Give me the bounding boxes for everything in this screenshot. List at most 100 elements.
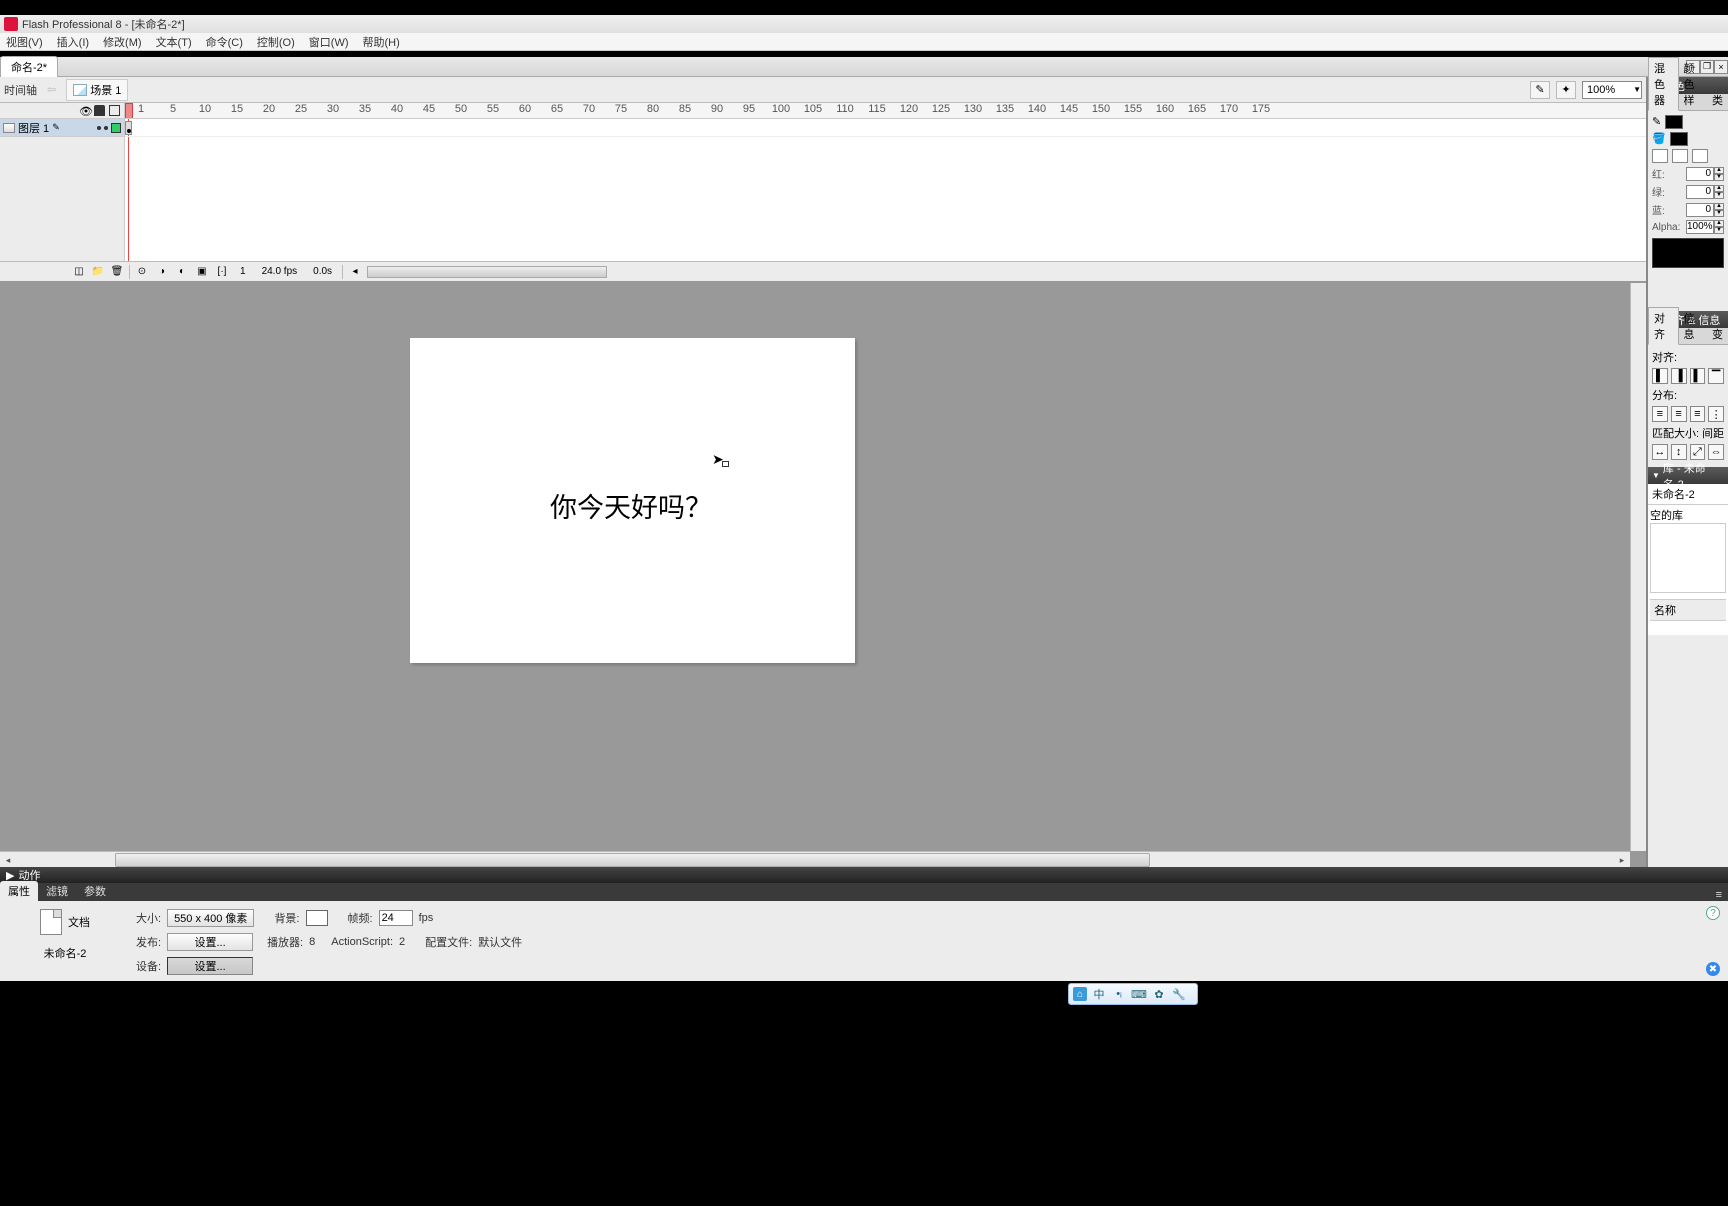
- scene-button[interactable]: 场景 1: [66, 79, 128, 101]
- panel-menu-icon[interactable]: ≡: [1710, 889, 1728, 901]
- stage-vertical-scrollbar[interactable]: [1630, 283, 1646, 851]
- edit-symbol-icon[interactable]: ✦: [1556, 81, 1576, 99]
- match-both-icon[interactable]: ⤢: [1690, 444, 1706, 460]
- match-height-icon[interactable]: ↕: [1671, 444, 1687, 460]
- library-doc-select[interactable]: 未命名-2: [1648, 484, 1728, 505]
- timeline-ruler[interactable]: 1 5 10 15 20 25 30 35 40 45 50 55 60 65 …: [125, 103, 1646, 119]
- menu-view[interactable]: 视图(V): [6, 34, 43, 50]
- new-layer-icon[interactable]: ◫: [71, 264, 87, 280]
- ime-punct-icon[interactable]: •ᵢ: [1111, 986, 1127, 1002]
- align-tab[interactable]: 对齐: [1648, 307, 1679, 345]
- actions-panel-header[interactable]: ▶ 动作: [0, 867, 1728, 883]
- stage-canvas[interactable]: 你今天好吗？: [410, 338, 855, 663]
- align-hcenter-icon[interactable]: ▐: [1671, 368, 1687, 384]
- edit-scene-icon[interactable]: ✎: [1530, 81, 1550, 99]
- menu-text[interactable]: 文本(T): [156, 34, 192, 50]
- filters-tab[interactable]: 滤镜: [38, 881, 76, 901]
- red-down[interactable]: ▼: [1714, 174, 1724, 181]
- mixer-tab[interactable]: 混色器: [1648, 57, 1679, 111]
- dist-top-icon[interactable]: ≡: [1652, 406, 1668, 422]
- onion-markers-icon[interactable]: [·]: [214, 264, 230, 280]
- alpha-up[interactable]: ▲: [1714, 220, 1724, 227]
- ime-keyboard-icon[interactable]: ⌨: [1131, 986, 1147, 1002]
- edit-multi-icon[interactable]: ▣: [194, 264, 210, 280]
- swap-icon[interactable]: [1692, 149, 1708, 163]
- library-name-header[interactable]: 名称: [1650, 599, 1726, 621]
- menu-modify[interactable]: 修改(M): [103, 34, 142, 50]
- blue-input[interactable]: 0: [1686, 203, 1714, 217]
- layer-outline-swatch[interactable]: [111, 123, 121, 133]
- onion-outline-icon[interactable]: ◐: [174, 264, 190, 280]
- params-tab[interactable]: 参数: [76, 881, 114, 901]
- timeline-scrollbar[interactable]: [367, 266, 607, 278]
- scroll-left-icon[interactable]: ◂: [347, 264, 363, 280]
- menu-help[interactable]: 帮助(H): [363, 34, 400, 50]
- ime-tool-icon[interactable]: 🔧: [1171, 986, 1187, 1002]
- close-button[interactable]: ×: [1714, 60, 1728, 74]
- green-down[interactable]: ▼: [1714, 192, 1724, 199]
- new-folder-icon[interactable]: 📁: [90, 264, 106, 280]
- space-h-icon[interactable]: ⇔: [1708, 444, 1724, 460]
- bw-icon[interactable]: [1652, 149, 1668, 163]
- help-icon[interactable]: ?: [1706, 906, 1720, 920]
- center-frame-icon[interactable]: ⊙: [134, 264, 150, 280]
- match-width-icon[interactable]: ↔: [1652, 444, 1668, 460]
- ime-logo-icon[interactable]: ⌂: [1073, 987, 1087, 1001]
- red-up[interactable]: ▲: [1714, 167, 1724, 174]
- zoom-select[interactable]: 100%▼: [1582, 81, 1642, 99]
- visibility-header-icon[interactable]: 👁: [79, 105, 90, 116]
- stage-area[interactable]: 你今天好吗？ ➤ ◂ ▸: [0, 283, 1646, 867]
- document-tab[interactable]: 命名-2*: [0, 56, 58, 77]
- scroll-thumb[interactable]: [115, 853, 1150, 867]
- transform-tab[interactable]: 变: [1707, 324, 1728, 344]
- device-settings-button[interactable]: 设置...: [167, 957, 253, 975]
- properties-tab[interactable]: 属性: [0, 881, 38, 901]
- frames-area[interactable]: [125, 119, 1646, 261]
- info-tab[interactable]: 信息: [1679, 308, 1708, 344]
- fill-swatch[interactable]: [1670, 132, 1688, 146]
- green-input[interactable]: 0: [1686, 185, 1714, 199]
- size-button[interactable]: 550 x 400 像素: [167, 909, 254, 927]
- collapse-icon[interactable]: ✖: [1706, 962, 1720, 976]
- align-right-icon[interactable]: ▌: [1690, 368, 1706, 384]
- dist-bottom-icon[interactable]: ≡: [1690, 406, 1706, 422]
- dist-left-icon[interactable]: ⋮: [1708, 406, 1724, 422]
- ime-zhong-icon[interactable]: 中: [1091, 986, 1107, 1002]
- stage-text[interactable]: 你今天好吗？: [550, 486, 712, 525]
- nocolor-icon[interactable]: [1672, 149, 1688, 163]
- green-up[interactable]: ▲: [1714, 185, 1724, 192]
- alpha-input[interactable]: 100%: [1686, 220, 1714, 234]
- back-arrow-icon[interactable]: ⇦: [41, 83, 62, 96]
- align-top-icon[interactable]: ▔: [1708, 368, 1724, 384]
- scroll-left-arrow[interactable]: ◂: [0, 852, 16, 867]
- background-swatch[interactable]: [306, 910, 328, 926]
- delete-layer-icon[interactable]: 🗑: [109, 264, 125, 280]
- library-panel-header[interactable]: ▼ 库 - 未命名-2: [1648, 467, 1728, 484]
- swatches-tab[interactable]: 颜色样: [1679, 58, 1708, 110]
- stage-horizontal-scrollbar[interactable]: ◂ ▸: [0, 851, 1630, 867]
- layer-vis-dot[interactable]: [97, 126, 101, 130]
- blue-up[interactable]: ▲: [1714, 203, 1724, 210]
- layer-lock-dot[interactable]: [104, 126, 108, 130]
- ime-toolbar[interactable]: ⌂ 中 •ᵢ ⌨ ✿ 🔧: [1068, 983, 1198, 1005]
- align-left-icon[interactable]: ▌: [1652, 368, 1668, 384]
- stroke-swatch[interactable]: [1665, 115, 1683, 129]
- lock-header-icon[interactable]: [94, 105, 105, 116]
- menu-commands[interactable]: 命令(C): [206, 34, 243, 50]
- publish-settings-button[interactable]: 设置...: [167, 933, 253, 951]
- menu-window[interactable]: 窗口(W): [309, 34, 349, 50]
- ime-settings-icon[interactable]: ✿: [1151, 986, 1167, 1002]
- fill-bucket-icon[interactable]: 🪣: [1652, 132, 1666, 146]
- menu-insert[interactable]: 插入(I): [57, 34, 89, 50]
- alpha-down[interactable]: ▼: [1714, 227, 1724, 234]
- outline-header-icon[interactable]: [109, 105, 120, 116]
- dist-vcenter-icon[interactable]: ≡: [1671, 406, 1687, 422]
- red-input[interactable]: 0: [1686, 167, 1714, 181]
- blue-down[interactable]: ▼: [1714, 210, 1724, 217]
- onion-skin-icon[interactable]: ◑: [154, 264, 170, 280]
- framerate-input[interactable]: [379, 910, 413, 926]
- menu-control[interactable]: 控制(O): [257, 34, 295, 50]
- layer-row[interactable]: 图层 1 ✎: [0, 119, 124, 137]
- stroke-pencil-icon[interactable]: ✎: [1652, 115, 1661, 129]
- scroll-right-arrow[interactable]: ▸: [1614, 852, 1630, 867]
